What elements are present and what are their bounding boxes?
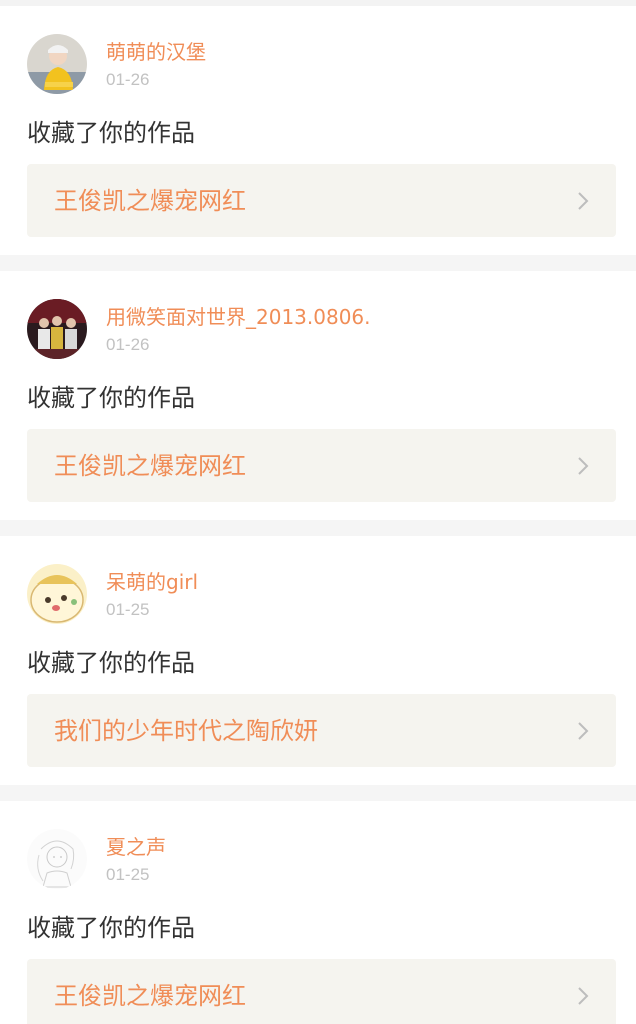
timestamp: 01-25 <box>106 865 150 884</box>
work-title: 王俊凯之爆宠网红 <box>54 982 246 1010</box>
timestamp: 01-25 <box>106 600 150 619</box>
user-avatar[interactable] <box>27 564 87 624</box>
action-text: 收藏了你的作品 <box>27 649 195 677</box>
user-photo-icon <box>27 34 87 94</box>
work-title: 王俊凯之爆宠网红 <box>54 452 246 480</box>
timestamp: 01-26 <box>106 335 150 354</box>
chevron-right-icon <box>576 720 590 742</box>
chevron-right-icon <box>576 455 590 477</box>
action-text: 收藏了你的作品 <box>27 119 195 147</box>
user-avatar[interactable] <box>27 34 87 94</box>
timestamp: 01-26 <box>106 70 150 89</box>
work-link-button[interactable]: 王俊凯之爆宠网红 <box>27 164 616 237</box>
action-text: 收藏了你的作品 <box>27 914 195 942</box>
notification-item: 呆萌的girl 01-25 收藏了你的作品 我们的少年时代之陶欣妍 <box>0 536 636 785</box>
sketch-avatar-icon <box>27 829 87 889</box>
notification-item: 萌萌的汉堡 01-26 收藏了你的作品 王俊凯之爆宠网红 <box>0 6 636 255</box>
user-avatar[interactable] <box>27 299 87 359</box>
username[interactable]: 萌萌的汉堡 <box>106 40 206 64</box>
notification-item: 用微笑面对世界_2013.0806. 01-26 收藏了你的作品 王俊凯之爆宠网… <box>0 271 636 520</box>
work-link-button[interactable]: 王俊凯之爆宠网红 <box>27 429 616 502</box>
work-title: 我们的少年时代之陶欣妍 <box>54 717 318 745</box>
notification-feed: 萌萌的汉堡 01-26 收藏了你的作品 王俊凯之爆宠网红 用微笑面对世界_201… <box>0 0 636 1024</box>
username[interactable]: 用微笑面对世界_2013.0806. <box>106 305 371 329</box>
username[interactable]: 呆萌的girl <box>106 570 198 594</box>
username[interactable]: 夏之声 <box>106 835 166 859</box>
cartoon-face-icon <box>27 564 87 624</box>
work-link-button[interactable]: 王俊凯之爆宠网红 <box>27 959 616 1024</box>
chevron-right-icon <box>576 985 590 1007</box>
work-title: 王俊凯之爆宠网红 <box>54 187 246 215</box>
group-photo-icon <box>27 299 87 359</box>
action-text: 收藏了你的作品 <box>27 384 195 412</box>
user-avatar[interactable] <box>27 829 87 889</box>
work-link-button[interactable]: 我们的少年时代之陶欣妍 <box>27 694 616 767</box>
notification-item: 夏之声 01-25 收藏了你的作品 王俊凯之爆宠网红 <box>0 801 636 1024</box>
chevron-right-icon <box>576 190 590 212</box>
